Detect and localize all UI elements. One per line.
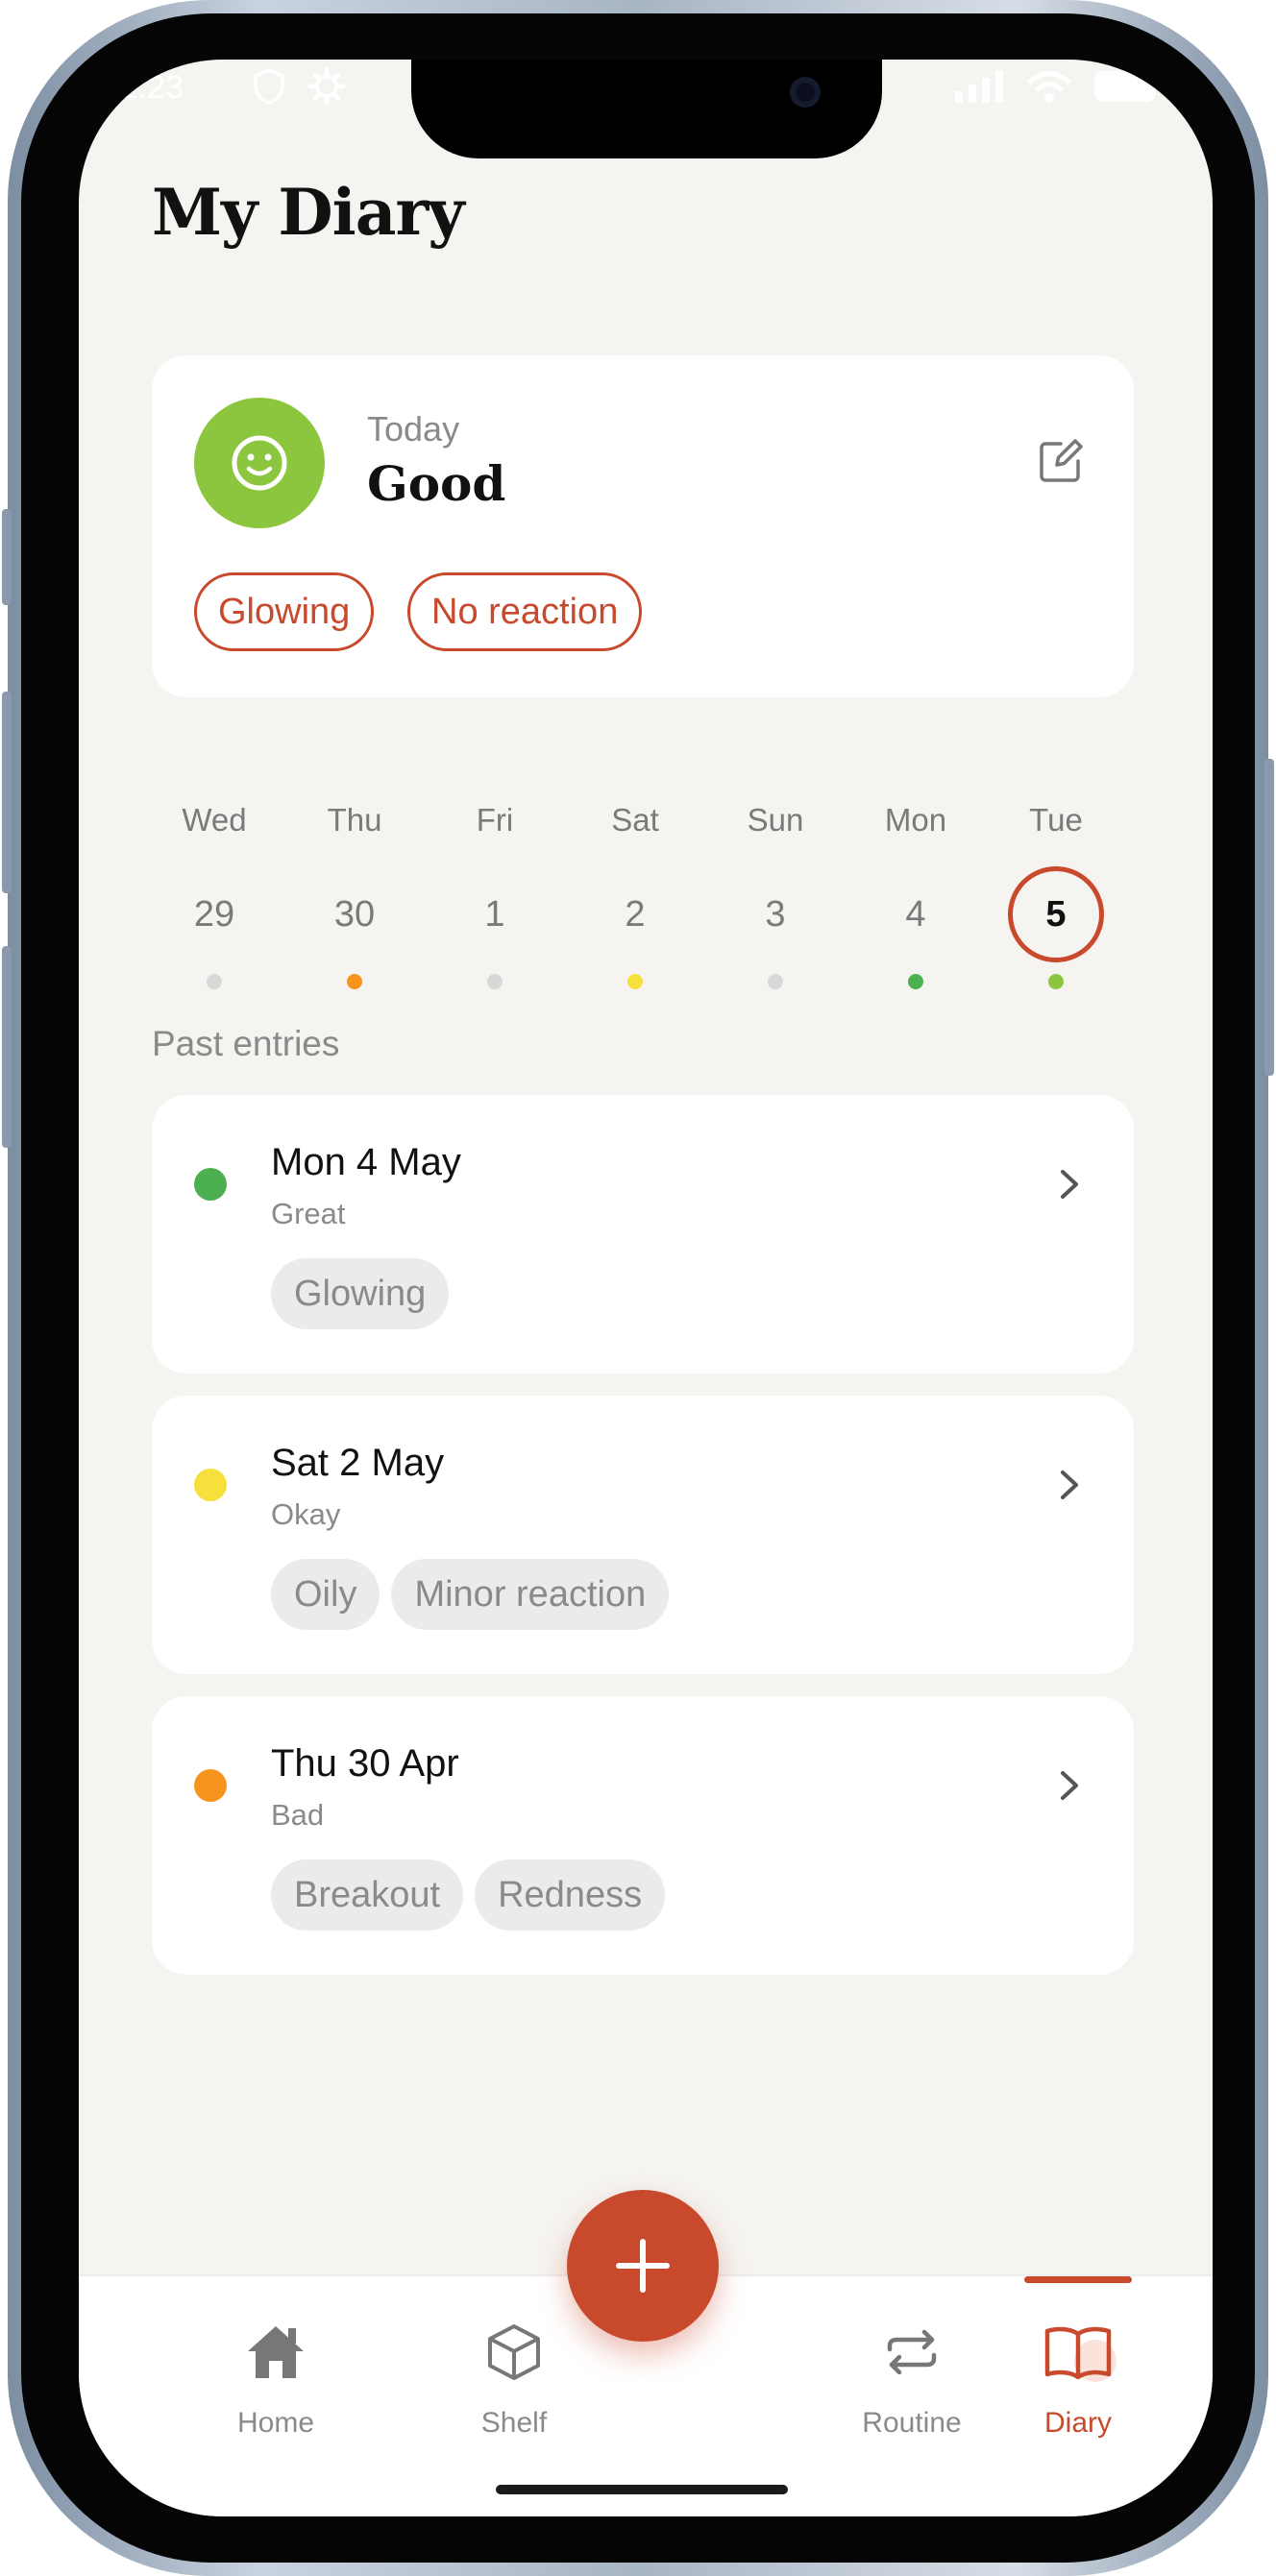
entry-date: Sat 2 May [271,1442,445,1484]
entry-card[interactable]: Mon 4 May Great Glowing [152,1095,1134,1373]
entry-tag: Glowing [271,1258,450,1329]
past-entries-label: Past entries [152,1024,340,1063]
day-of-week: Sun [747,802,804,838]
smiley-icon [232,435,287,491]
day-dot [908,974,923,989]
entry-mood-dot [194,1769,227,1802]
day-dot [627,974,643,989]
add-entry-button[interactable] [567,2190,719,2342]
day-dot [487,974,503,989]
entry-tags: Glowing [271,1258,450,1329]
day-number: 4 [905,894,926,935]
day-dot [1048,974,1064,989]
chevron-right-icon [1061,1170,1078,1199]
day-of-week: Mon [884,802,947,838]
status-time: 12:23 [102,69,184,106]
day-wed[interactable]: Wed 29 [152,799,277,989]
day-tue-selected[interactable]: Tue 5 [994,799,1118,989]
entry-tag: Breakout [271,1859,464,1931]
volume-down-button [2,946,12,1148]
day-of-week: Sat [611,802,659,838]
entry-tags: Breakout Redness [271,1859,666,1931]
mood-indicator [194,398,325,528]
tab-diary[interactable]: Diary [987,2276,1169,2440]
entry-date: Thu 30 Apr [271,1742,459,1785]
day-of-week: Tue [1029,802,1083,838]
day-of-week: Wed [182,802,247,838]
day-number-selected: 5 [1008,866,1104,962]
signal-icon [955,70,1005,108]
today-mood: Good [367,455,506,512]
entry-tag: Minor reaction [391,1559,670,1630]
day-number: 1 [484,894,505,935]
day-number: 30 [333,894,376,935]
entry-tag: Oily [271,1559,380,1630]
device-frame: 12:23 My Diary Today Good Glowing No rea… [2,0,1274,2576]
book-icon [1044,2319,1116,2386]
screen: 12:23 My Diary Today Good Glowing No rea… [79,60,1213,2516]
entry-mood: Bad [271,1798,325,1832]
entry-card[interactable]: Sat 2 May Okay Oily Minor reaction [152,1396,1134,1674]
today-card[interactable]: Today Good Glowing No reaction [152,355,1134,697]
day-sun[interactable]: Sun 3 [713,799,838,989]
status-right [955,69,1163,109]
today-tag[interactable]: Glowing [194,572,375,651]
entry-card[interactable]: Thu 30 Apr Bad Breakout Redness [152,1696,1134,1975]
day-of-week: Fri [476,802,514,838]
tab-label: Routine [862,2407,962,2439]
day-mon[interactable]: Mon 4 [853,799,978,989]
day-sat[interactable]: Sat 2 [573,799,698,989]
day-number: 29 [193,894,235,935]
tab-label: Home [236,2407,315,2439]
entry-mood: Okay [271,1497,341,1531]
volume-up-button [2,692,12,893]
power-button [1264,759,1274,1076]
gear-icon [307,67,346,114]
day-number: 3 [765,894,786,935]
silent-switch [2,509,12,605]
day-dot [207,974,222,989]
notch [411,60,882,158]
tab-routine[interactable]: Routine [821,2276,1003,2440]
wifi-icon [1026,69,1072,109]
day-thu[interactable]: Thu 30 [292,799,417,989]
entry-mood-dot [194,1469,227,1501]
battery-icon [1093,69,1163,109]
home-icon [242,2319,309,2386]
day-number: 2 [625,894,646,935]
camera [790,77,821,108]
chevron-right-icon [1061,1470,1078,1499]
shield-icon [252,67,286,114]
entry-tags: Oily Minor reaction [271,1559,670,1630]
day-dot [347,974,362,989]
entry-date: Mon 4 May [271,1141,461,1183]
repeat-icon [878,2319,945,2386]
tab-label: Diary [1043,2407,1112,2439]
tab-home[interactable]: Home [184,2276,367,2440]
week-strip: Wed 29 Thu 30 Fri 1 Sat 2 Sun 3 Mon 4 Tu… [152,799,1134,991]
chevron-right-icon [1061,1771,1078,1800]
today-tag[interactable]: No reaction [407,572,643,651]
day-dot [768,974,783,989]
today-label: Today [367,409,460,449]
entry-mood-dot [194,1168,227,1201]
entry-mood: Great [271,1197,346,1230]
entry-tag: Redness [475,1859,666,1931]
home-indicator[interactable] [496,2485,788,2494]
page-title: My Diary [152,175,465,250]
box-icon [480,2319,548,2386]
plus-icon [616,2239,670,2293]
day-fri[interactable]: Fri 1 [432,799,557,989]
edit-icon[interactable] [1034,434,1088,488]
tab-label: Shelf [480,2407,548,2439]
day-of-week: Thu [327,802,382,838]
